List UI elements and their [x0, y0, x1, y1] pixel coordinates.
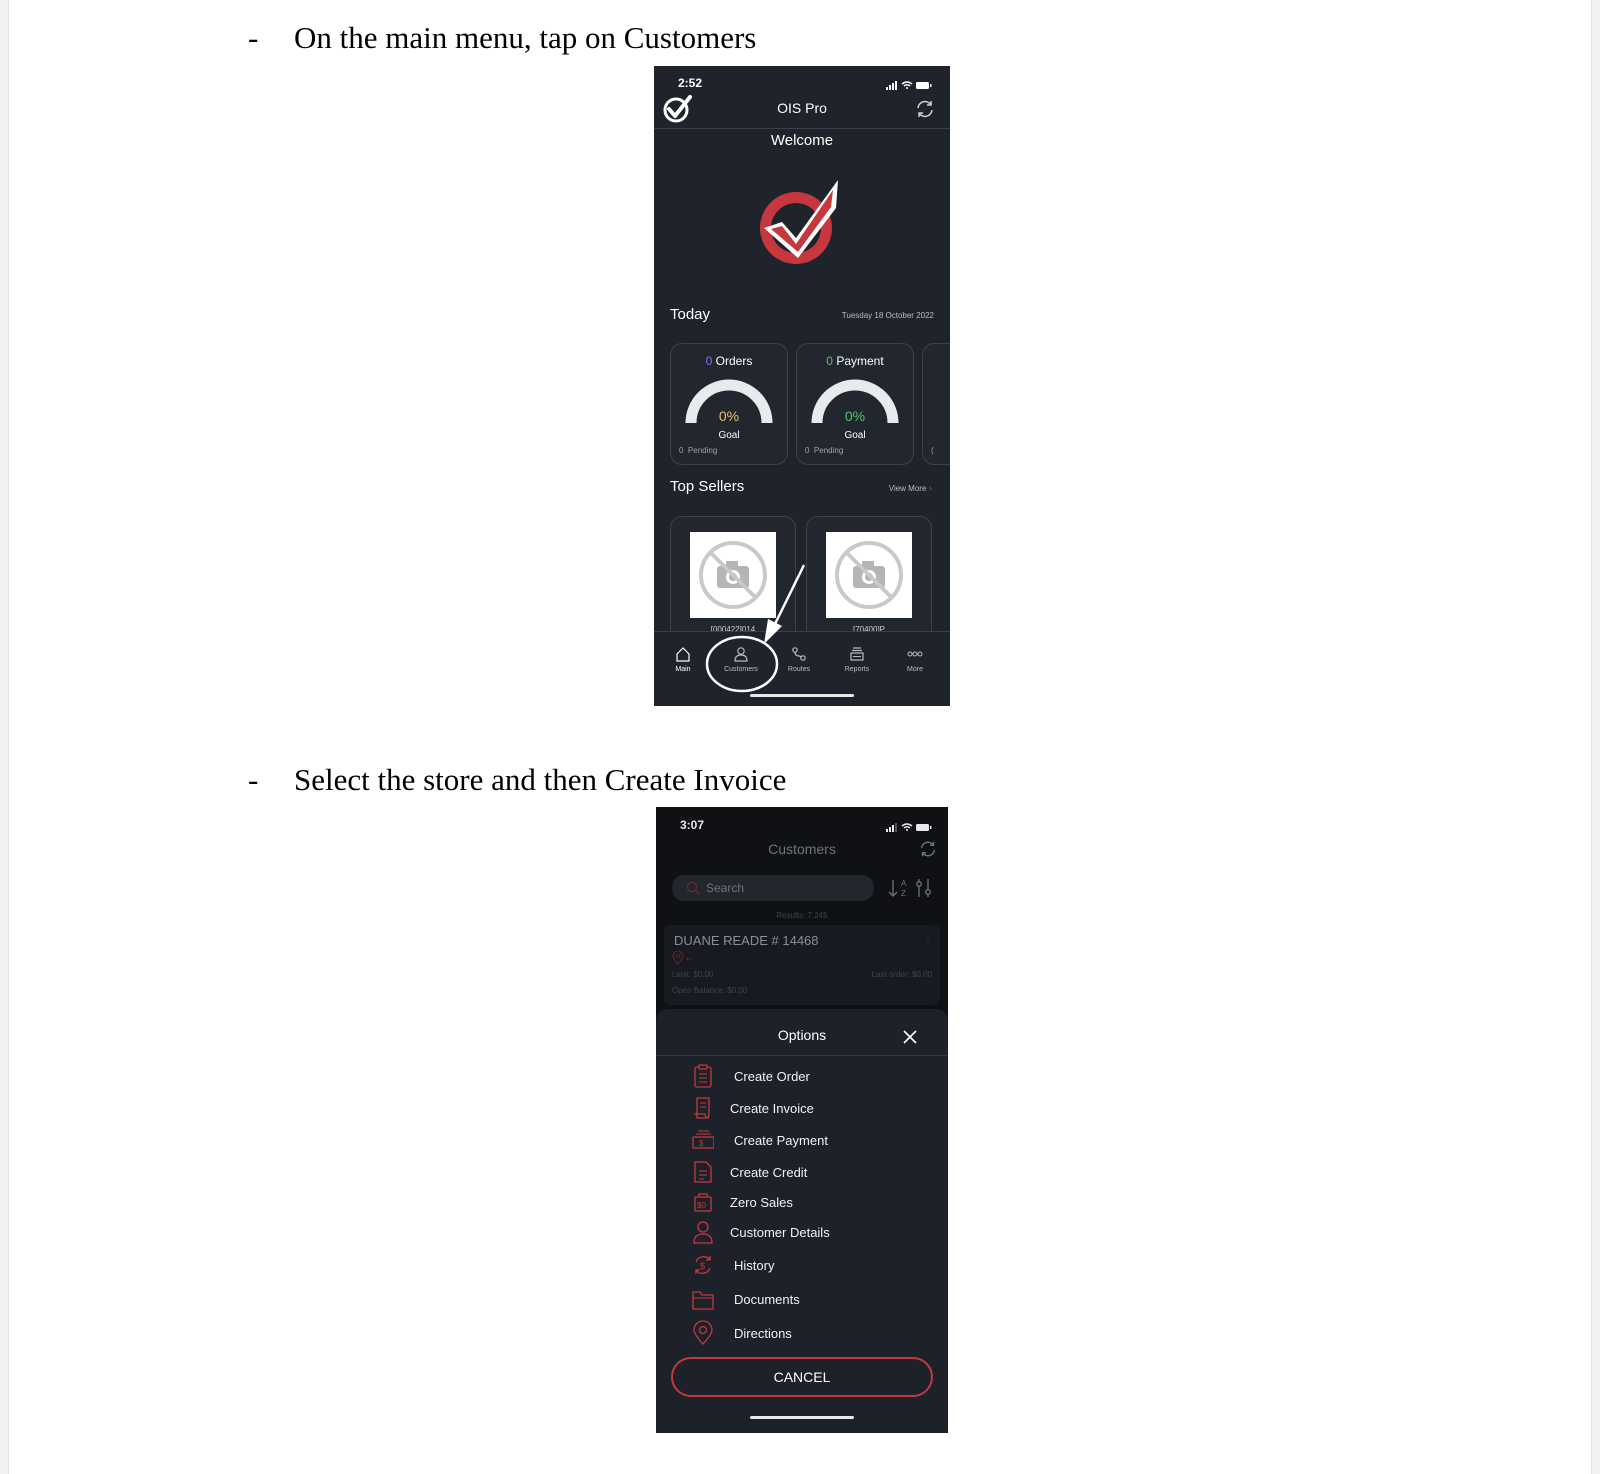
- option-label: Create Invoice: [730, 1101, 814, 1116]
- customers-highlight-circle: [705, 635, 779, 693]
- option-create-order[interactable]: Create Order: [684, 1063, 924, 1089]
- option-label: Directions: [734, 1326, 792, 1341]
- option-create-credit[interactable]: Create Credit: [684, 1159, 924, 1185]
- options-sheet: Options Create Order Create Invoice $ Cr…: [656, 1009, 948, 1433]
- search-input[interactable]: Search: [672, 875, 874, 901]
- customer-limit: Limit: $0.00: [672, 970, 714, 979]
- status-icons: [886, 819, 932, 837]
- customer-last-order: Last order: $0.00: [871, 970, 932, 979]
- person-icon: [693, 1221, 713, 1244]
- option-create-payment[interactable]: $ Create Payment: [684, 1127, 924, 1153]
- history-dollar-icon: $: [695, 1256, 711, 1274]
- location-pin-icon: [672, 951, 684, 965]
- customer-open-balance: Open Balance: $0.00: [672, 986, 748, 995]
- option-zero-sales[interactable]: $0 Zero Sales: [684, 1189, 924, 1215]
- step-1-instruction: - On the main menu, tap on Customers: [248, 20, 756, 56]
- step-2-instruction: - Select the store and then Create Invoic…: [248, 762, 786, 798]
- option-label: Zero Sales: [730, 1195, 793, 1210]
- option-label: Create Order: [734, 1069, 810, 1084]
- svg-text:$0: $0: [697, 1201, 706, 1210]
- results-count: Results: 7,245: [776, 911, 828, 920]
- sync-icon[interactable]: [918, 839, 938, 864]
- signal-wifi-battery-icon: [886, 823, 932, 832]
- chevron-right-icon: ›: [926, 931, 930, 945]
- option-label: Documents: [734, 1292, 800, 1307]
- option-label: History: [734, 1258, 775, 1273]
- home-indicator: [750, 1416, 854, 1419]
- zero-sales-icon: $0: [694, 1193, 712, 1212]
- tap-annotation: [705, 564, 806, 693]
- step-text: On the main menu, tap on Customers: [294, 20, 757, 55]
- customer-row[interactable]: DUANE READE # 14468 › ,, Limit: $0.00 La…: [664, 925, 940, 1005]
- step-bullet: -: [248, 762, 259, 797]
- customer-address: ,,: [686, 951, 692, 961]
- option-customer-details[interactable]: Customer Details: [684, 1219, 924, 1245]
- step-text: Select the store and then Create Invoice: [294, 762, 787, 797]
- arrow-pointer-icon: [764, 564, 806, 644]
- screen-title: Customers: [768, 841, 836, 857]
- option-history[interactable]: $ History: [684, 1252, 924, 1278]
- step-bullet: -: [248, 20, 259, 55]
- svg-text:A: A: [901, 879, 907, 888]
- main-menu-screenshot: 2:52 OIS Pro Welcome Today Tuesday 18 Oc…: [654, 66, 950, 706]
- option-documents[interactable]: Documents: [684, 1286, 924, 1312]
- svg-text:$: $: [699, 1139, 704, 1148]
- sort-az-icon[interactable]: AZ: [888, 877, 910, 899]
- page-edge-right: [1591, 0, 1600, 1474]
- option-label: Create Payment: [734, 1133, 828, 1148]
- status-time: 3:07: [680, 818, 705, 832]
- option-create-invoice[interactable]: Create Invoice: [684, 1095, 924, 1121]
- option-label: Customer Details: [730, 1225, 830, 1240]
- search-placeholder: Search: [706, 881, 745, 895]
- folder-icon: [692, 1291, 714, 1310]
- search-icon: [686, 881, 700, 895]
- credit-document-icon: [694, 1161, 712, 1183]
- receipt-icon: [694, 1097, 710, 1119]
- customers-options-screenshot: 3:07 Customers Search AZ Results: 7,245 …: [656, 807, 948, 1433]
- close-icon[interactable]: [902, 1029, 918, 1045]
- cash-icon: $: [692, 1130, 714, 1149]
- customer-name: DUANE READE # 14468: [674, 933, 819, 948]
- map-pin-icon: [693, 1320, 713, 1345]
- svg-text:$: $: [700, 1261, 705, 1271]
- clipboard-list-icon: [694, 1064, 712, 1088]
- cancel-button[interactable]: CANCEL: [671, 1357, 933, 1397]
- options-divider: [656, 1055, 948, 1056]
- option-directions[interactable]: Directions: [684, 1320, 924, 1346]
- filter-sliders-icon[interactable]: [914, 877, 934, 899]
- page-edge-left: [0, 0, 9, 1474]
- svg-text:Z: Z: [901, 889, 906, 898]
- option-label: Create Credit: [730, 1165, 808, 1180]
